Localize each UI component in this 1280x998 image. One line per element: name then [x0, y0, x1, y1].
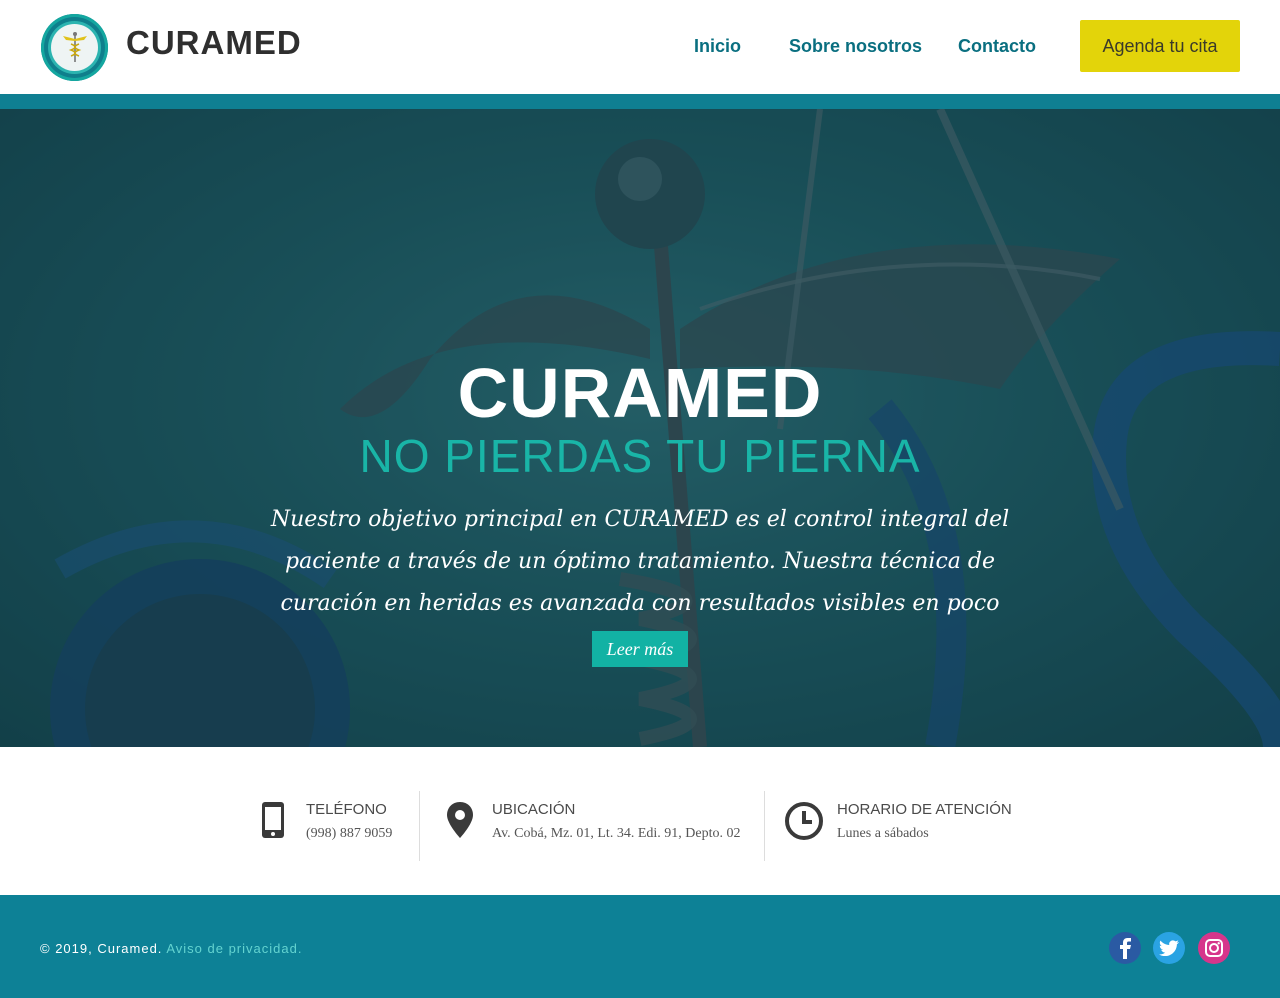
copyright-text: © 2019, Curamed. [40, 941, 163, 956]
location-label: UBICACIÓN [492, 801, 576, 818]
brand-name[interactable]: CURAMED [126, 24, 302, 62]
book-appointment-button[interactable]: Agenda tu cita [1080, 20, 1240, 72]
clock-icon [785, 802, 823, 840]
logo-inner [51, 24, 98, 71]
location-value: Av. Cobá, Mz. 01, Lt. 34. Edi. 91, Depto… [492, 826, 741, 841]
location-pin-icon [447, 802, 473, 838]
header-stripe [0, 94, 1280, 109]
nav-link-sobre-nosotros[interactable]: Sobre nosotros [789, 36, 922, 57]
read-more-button[interactable]: Leer más [592, 631, 688, 667]
contact-info-band: TELÉFONO (998) 887 9059 UBICACIÓN Av. Co… [0, 747, 1280, 895]
nav-link-inicio[interactable]: Inicio [694, 36, 741, 57]
site-header: CURAMED Inicio Sobre nosotros Contacto A… [0, 0, 1280, 94]
phone-label: TELÉFONO [306, 801, 387, 818]
hero-title: CURAMED [457, 354, 823, 432]
phone-value[interactable]: (998) 887 9059 [306, 826, 392, 842]
hours-label: HORARIO DE ATENCIÓN [837, 801, 1012, 818]
hours-value: Lunes a sábados [837, 826, 929, 841]
info-divider [764, 791, 765, 861]
caduceus-icon [63, 32, 87, 62]
twitter-icon[interactable] [1153, 932, 1185, 964]
instagram-icon[interactable] [1198, 932, 1230, 964]
hero-section: CURAMED NO PIERDAS TU PIERNA Nuestro obj… [0, 109, 1280, 747]
info-divider [419, 791, 420, 861]
logo[interactable] [41, 14, 108, 81]
phone-icon [262, 802, 284, 838]
facebook-icon[interactable] [1109, 932, 1141, 964]
nav-link-contacto[interactable]: Contacto [958, 36, 1036, 57]
privacy-link[interactable]: Aviso de privacidad. [166, 941, 302, 956]
hero-subtitle: NO PIERDAS TU PIERNA [359, 430, 921, 482]
site-footer: © 2019, Curamed. Aviso de privacidad. [0, 895, 1280, 998]
copyright: © 2019, Curamed. Aviso de privacidad. [40, 941, 302, 956]
